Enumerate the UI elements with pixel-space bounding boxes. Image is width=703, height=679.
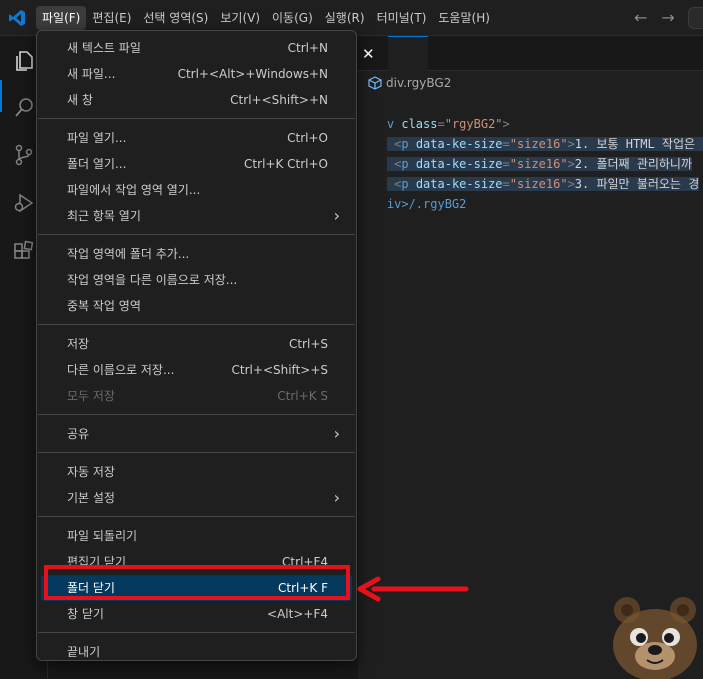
chevron-right-icon: › xyxy=(333,488,340,507)
menu-item-label: 작업 영역을 다른 이름으로 저장... xyxy=(67,273,238,287)
menu-item-label: 창 닫기 xyxy=(67,607,104,621)
extensions-icon[interactable] xyxy=(12,240,36,264)
menu-item-label: 끝내기 xyxy=(67,645,101,659)
menu-separator xyxy=(38,452,355,453)
menu-item-label: 파일에서 작업 영역 열기... xyxy=(67,183,201,197)
menu-separator xyxy=(38,516,355,517)
menu-item-label: 모두 저장 xyxy=(67,389,115,403)
menu-separator xyxy=(38,234,355,235)
file-menu-item[interactable]: 작업 영역을 다른 이름으로 저장... xyxy=(41,267,352,293)
go-forward-icon[interactable]: → xyxy=(661,9,674,27)
symbol-element-icon xyxy=(368,76,382,90)
menu-separator xyxy=(38,324,355,325)
menubar-item[interactable]: 편집(E) xyxy=(86,6,137,30)
menu-item-shortcut: Ctrl+<Shift>+N xyxy=(230,93,328,107)
menu-item-label: 작업 영역에 폴더 추가... xyxy=(67,247,190,261)
code-token: iv>/.rgyBG2 xyxy=(386,197,467,211)
file-menu-item[interactable]: 자동 저장 xyxy=(41,459,352,485)
file-menu-item[interactable]: 저장 Ctrl+S xyxy=(41,331,352,357)
menu-item-label: 새 텍스트 파일 xyxy=(67,41,141,55)
editor-tab[interactable] xyxy=(388,36,428,71)
code-line: iv>/.rgyBG2 xyxy=(358,174,466,211)
menu-item-label: 새 창 xyxy=(67,93,93,107)
file-menu-item[interactable]: 폴더 열기... Ctrl+K Ctrl+O xyxy=(41,151,352,177)
file-menu-item[interactable]: 새 창 Ctrl+<Shift>+N xyxy=(41,87,352,113)
breadcrumb-label: div.rgyBG2 xyxy=(386,76,452,90)
menubar-item[interactable]: 보기(V) xyxy=(214,6,266,30)
file-menu-item[interactable]: 파일 열기... Ctrl+O xyxy=(41,125,352,151)
menubar-item[interactable]: 실행(R) xyxy=(319,6,371,30)
menu-item-label: 기본 설정 xyxy=(67,491,115,505)
menu-item-shortcut: Ctrl+O xyxy=(287,131,328,145)
file-menu-item[interactable]: 기본 설정 › xyxy=(41,485,352,511)
highlight-box xyxy=(44,565,350,600)
menu-item-shortcut: Ctrl+K S xyxy=(277,389,328,403)
navigation-arrows: ← → xyxy=(634,9,675,27)
menu-item-shortcut: Ctrl+S xyxy=(288,337,328,351)
code-line: v class="rgyBG2"> xyxy=(358,94,510,131)
code-token: > xyxy=(567,177,575,191)
close-tab-icon[interactable]: ✕ xyxy=(362,45,375,63)
go-back-icon[interactable]: ← xyxy=(634,9,647,27)
code-token: 3. 파일만 불러오는 경 xyxy=(574,177,700,191)
chevron-right-icon: › xyxy=(333,424,340,443)
menu-item-shortcut: Ctrl+<Alt>+Windows+N xyxy=(177,67,328,81)
menu-separator xyxy=(38,632,355,633)
menu-separator xyxy=(38,118,355,119)
menubar-item[interactable]: 선택 영역(S) xyxy=(137,6,214,30)
file-menu-item[interactable]: 최근 항목 열기 › xyxy=(41,203,352,229)
vscode-logo-icon xyxy=(9,10,25,26)
code-token: = xyxy=(502,177,510,191)
code-token: "size16" xyxy=(509,177,568,191)
menubar-item[interactable]: 파일(F) xyxy=(36,6,87,30)
file-menu-item[interactable]: 새 텍스트 파일 Ctrl+N xyxy=(41,35,352,61)
file-menu-item[interactable]: 작업 영역에 폴더 추가... xyxy=(41,241,352,267)
search-icon[interactable] xyxy=(12,96,36,120)
file-menu-item[interactable]: 창 닫기 <Alt>+F4 xyxy=(41,601,352,627)
menu-item-label: 최근 항목 열기 xyxy=(67,209,141,223)
chevron-right-icon: › xyxy=(333,206,340,225)
source-control-icon[interactable] xyxy=(12,143,36,167)
menu-item-label: 중복 작업 영역 xyxy=(67,299,141,313)
code-line: <p data-ke-size="size16">3. 파일만 불러오는 경 xyxy=(358,154,700,191)
menu-item-label: 파일 되돌리기 xyxy=(67,529,138,543)
menu-item-label: 다른 이름으로 저장... xyxy=(67,363,175,377)
file-menu-item[interactable]: 파일 되돌리기 xyxy=(41,523,352,549)
menu-item-label: 공유 xyxy=(67,427,90,441)
menu-item-label: 새 파일... xyxy=(67,67,116,81)
code-line: <p data-ke-size="size16">2. 폴더째 관리하니까 xyxy=(358,134,693,171)
menu-bar: 파일(F) 편집(E) 선택 영역(S) 보기(V) 이동(G) 실행(R) 터미널(T) 도… xyxy=(36,6,496,30)
file-menu-item[interactable]: 다른 이름으로 저장... Ctrl+<Shift>+S xyxy=(41,357,352,383)
menu-item-label: 자동 저장 xyxy=(67,465,115,479)
menu-separator xyxy=(38,414,355,415)
explorer-icon[interactable] xyxy=(12,49,36,73)
code-line: <p data-ke-size="size16">1. 보통 HTML 작업은 … xyxy=(358,114,703,151)
menu-item-shortcut: Ctrl+N xyxy=(287,41,328,55)
pointer-arrow-icon xyxy=(357,576,469,602)
file-menu-item[interactable]: 끝내기 xyxy=(41,639,352,665)
menu-item-label: 저장 xyxy=(67,337,90,351)
active-indicator xyxy=(0,80,2,112)
menu-item-label: 폴더 열기... xyxy=(67,157,127,171)
menu-item-shortcut: Ctrl+<Shift>+S xyxy=(231,363,328,377)
menubar-item[interactable]: 이동(G) xyxy=(266,6,319,30)
run-debug-icon[interactable] xyxy=(12,191,36,215)
file-menu-item[interactable]: 새 파일... Ctrl+<Alt>+Windows+N xyxy=(41,61,352,87)
file-menu-item[interactable]: 중복 작업 영역 xyxy=(41,293,352,319)
file-menu-item[interactable]: 파일에서 작업 영역 열기... xyxy=(41,177,352,203)
menu-item-shortcut: <Alt>+F4 xyxy=(267,607,328,621)
menu-item-label: 파일 열기... xyxy=(67,131,127,145)
menubar-item[interactable]: 터미널(T) xyxy=(371,6,433,30)
breadcrumb[interactable]: div.rgyBG2 xyxy=(368,74,451,92)
file-menu-item[interactable]: 공유 › xyxy=(41,421,352,447)
file-menu-item: 모두 저장 Ctrl+K S xyxy=(41,383,352,409)
command-center[interactable] xyxy=(688,7,703,29)
bear-mascot-logo xyxy=(613,597,697,679)
menu-item-shortcut: Ctrl+K Ctrl+O xyxy=(244,157,328,171)
menubar-item[interactable]: 도움말(H) xyxy=(432,6,496,30)
